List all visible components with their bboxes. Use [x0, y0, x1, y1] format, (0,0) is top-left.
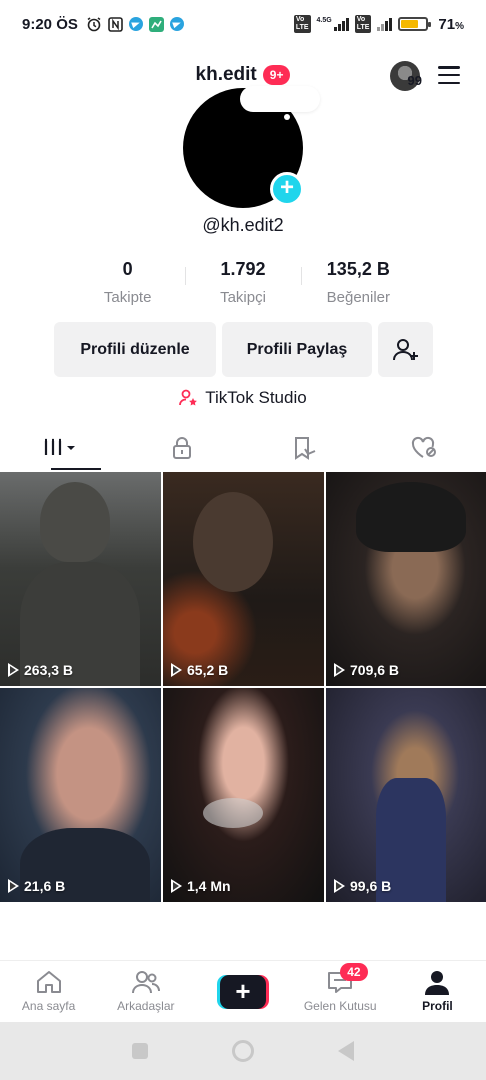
- nav-label: Arkadaşlar: [117, 999, 175, 1013]
- stat-value: 0: [122, 259, 133, 279]
- view-count: 65,2 B: [171, 662, 228, 678]
- app-notification-icon: [148, 16, 164, 32]
- play-icon: [8, 663, 19, 677]
- thumbnail-figure: [40, 482, 110, 562]
- nav-label: Gelen Kutusu: [303, 999, 377, 1013]
- inbox-badge: 42: [340, 963, 368, 981]
- recents-icon[interactable]: [132, 1043, 148, 1059]
- back-icon[interactable]: [338, 1041, 354, 1061]
- nfc-icon: [108, 16, 123, 32]
- header-username: kh.edit: [195, 64, 257, 85]
- account-switcher[interactable]: kh.edit 9+: [196, 64, 291, 86]
- profile-icon: [425, 971, 450, 995]
- stat-value: 135,2 B: [326, 259, 390, 279]
- notification-badge: 9+: [262, 65, 291, 85]
- tab-videos[interactable]: [0, 426, 122, 470]
- add-user-icon: [392, 338, 418, 360]
- battery-level: [401, 20, 419, 28]
- tab-liked[interactable]: [365, 426, 486, 470]
- nav-profile[interactable]: Profil: [389, 961, 486, 1022]
- add-friend-button[interactable]: [378, 322, 433, 377]
- tiktok-studio-link[interactable]: TikTok Studio: [0, 388, 486, 408]
- note-bubble[interactable]: [240, 86, 320, 120]
- status-time: 9:20 ÖS: [22, 15, 78, 33]
- add-photo-plus-icon[interactable]: +: [270, 172, 304, 206]
- profile-actions: Profili düzenle Profili Paylaş: [54, 322, 433, 377]
- telegram-icon: [128, 17, 143, 31]
- thumbnail-figure: [193, 492, 273, 592]
- view-count: 709,6 B: [334, 662, 399, 678]
- status-notification-icons: [86, 16, 184, 32]
- profile-tabs: [0, 426, 486, 470]
- signal-icon: [333, 17, 349, 31]
- studio-icon: [179, 389, 198, 406]
- stat-likes[interactable]: 135,2 B Beğeniler: [300, 259, 416, 306]
- signal-icon-2: [377, 17, 393, 31]
- lock-icon: [173, 437, 192, 459]
- share-profile-button[interactable]: Profili Paylaş: [222, 322, 372, 377]
- play-icon: [8, 879, 19, 893]
- battery-percent: 71%: [438, 15, 464, 33]
- friends-icon: [131, 971, 160, 994]
- play-icon: [171, 663, 182, 677]
- play-icon: [334, 879, 345, 893]
- stat-label: Beğeniler: [326, 289, 391, 306]
- saved-icon: [294, 437, 316, 460]
- alarm-icon: [87, 17, 101, 32]
- stat-value: 1.792: [220, 259, 266, 279]
- video-thumbnail[interactable]: 21,6 B: [0, 688, 161, 902]
- videos-grid-icon: [44, 438, 75, 455]
- avatar-count: 99: [407, 73, 422, 88]
- stat-label: Takipte: [103, 289, 152, 306]
- stat-label: Takipçi: [220, 289, 266, 306]
- video-thumbnail[interactable]: 1,4 Mn: [163, 688, 324, 902]
- tab-saved[interactable]: [243, 426, 365, 470]
- plus-icon: +: [220, 975, 266, 1009]
- play-icon: [171, 879, 182, 893]
- profile-handle: @kh.edit2: [202, 215, 284, 235]
- stat-followers[interactable]: 1.792 Takipçi: [185, 259, 300, 306]
- menu-icon[interactable]: [438, 66, 460, 84]
- video-thumbnail[interactable]: 99,6 B: [326, 688, 486, 902]
- video-thumbnail[interactable]: 65,2 B: [163, 472, 324, 686]
- tab-private[interactable]: [122, 426, 244, 470]
- create-button[interactable]: +: [217, 975, 269, 1009]
- view-count: 263,3 B: [8, 662, 73, 678]
- stat-following[interactable]: 0 Takipte: [70, 259, 185, 306]
- telegram-icon-2: [169, 17, 184, 31]
- studio-label: TikTok Studio: [205, 388, 307, 407]
- view-count: 99,6 B: [334, 878, 391, 894]
- liked-icon: [412, 436, 437, 458]
- edit-profile-button[interactable]: Profili düzenle: [54, 322, 216, 377]
- nav-inbox[interactable]: 42 Gelen Kutusu: [292, 961, 389, 1022]
- volte-icon: Vo LTE: [293, 15, 311, 33]
- home-icon: [36, 971, 61, 993]
- status-right: Vo LTE 4.5G Vo LTE 71%: [293, 15, 464, 33]
- home-circle-icon[interactable]: [232, 1040, 254, 1062]
- profile-stats: 0 Takipte 1.792 Takipçi 135,2 B Beğenile…: [70, 259, 416, 306]
- system-navigation: [0, 1022, 486, 1080]
- video-thumbnail[interactable]: 709,6 B: [326, 472, 486, 686]
- nav-friends[interactable]: Arkadaşlar: [97, 961, 194, 1022]
- thumbnail-figure: [203, 798, 263, 828]
- nav-label: Profil: [422, 999, 453, 1013]
- video-grid: 263,3 B 65,2 B 709,6 B 21,6 B 1,4 Mn 99,…: [0, 472, 486, 902]
- view-count: 1,4 Mn: [171, 878, 231, 894]
- volte-icon-2: Vo LTE: [354, 15, 372, 33]
- battery-icon: [398, 17, 432, 31]
- view-count: 21,6 B: [8, 878, 65, 894]
- status-bar: 9:20 ÖS Vo LTE 4.5G Vo LTE 71%: [0, 0, 486, 48]
- nav-label: Ana sayfa: [21, 999, 76, 1013]
- nav-create[interactable]: +: [194, 961, 291, 1022]
- thumbnail-figure: [356, 482, 466, 552]
- nav-home[interactable]: Ana sayfa: [0, 961, 97, 1022]
- bottom-navigation: Ana sayfa Arkadaşlar + 42 Gelen Kutusu P…: [0, 960, 486, 1022]
- video-thumbnail[interactable]: 263,3 B: [0, 472, 161, 686]
- network-type: 4.5G: [316, 16, 332, 24]
- play-icon: [334, 663, 345, 677]
